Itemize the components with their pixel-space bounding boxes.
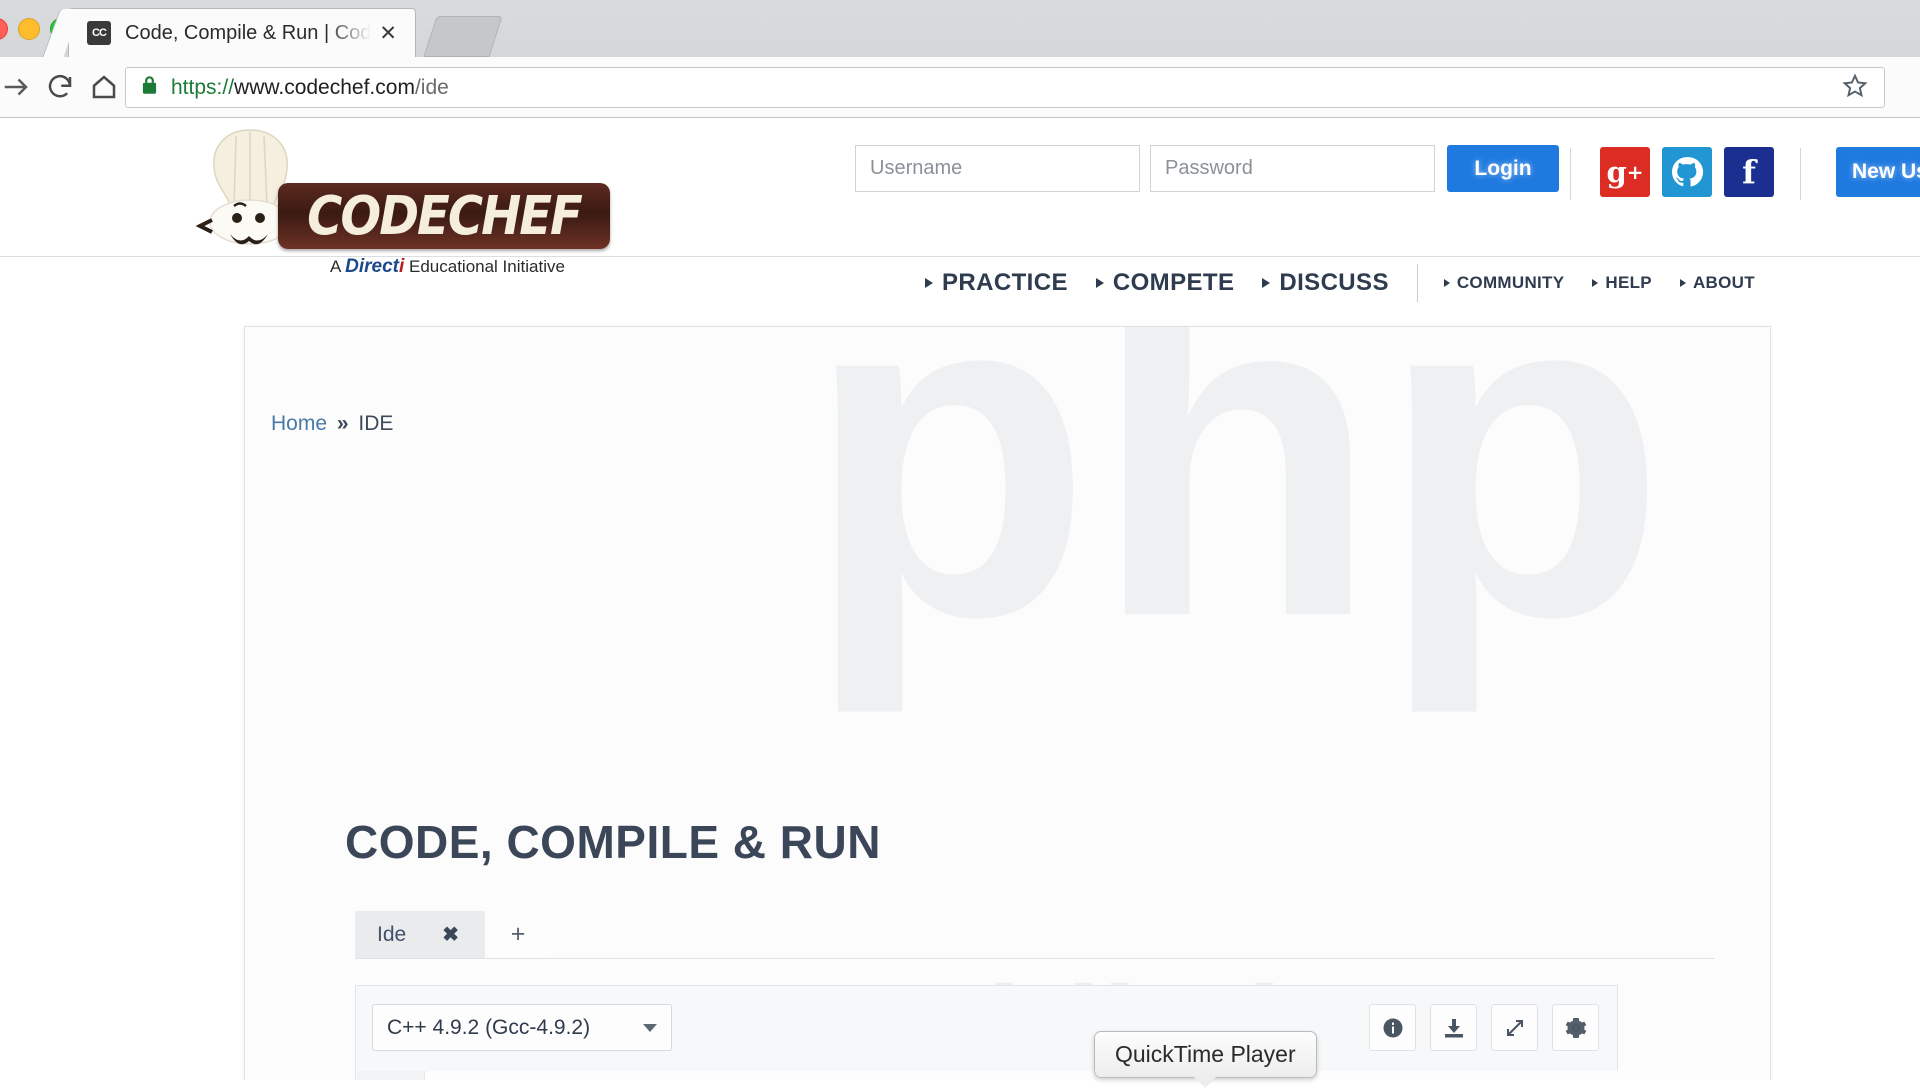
page-title: CODE, COMPILE & RUN: [345, 816, 881, 868]
main-navigation: PRACTICE COMPETE DISCUSS COMMUNITY HELP: [0, 257, 1920, 309]
nav-item-practice[interactable]: PRACTICE: [925, 269, 1068, 297]
forward-arrow-icon[interactable]: [0, 65, 38, 109]
line-number-gutter: 1 2 3 4 5 6 7 8 9 10 11 12 13 14 15: [357, 1071, 425, 1080]
tab-favicon-codechef: CC: [87, 21, 111, 45]
nav-label: HELP: [1605, 273, 1652, 292]
url-host: www.codechef.com: [234, 75, 415, 99]
nav-item-community[interactable]: COMMUNITY: [1443, 273, 1565, 293]
nav-label: COMMUNITY: [1456, 273, 1565, 292]
nav-label: COMPETE: [1112, 269, 1235, 296]
nav-label: DISCUSS: [1279, 269, 1389, 296]
caret-right-icon: [1262, 278, 1271, 288]
tab-title: Code, Compile & Run | CodeCh: [125, 21, 372, 44]
language-select[interactable]: C++ 4.9.2 (Gcc-4.9.2): [372, 1004, 672, 1051]
browser-chrome: CC Code, Compile & Run | CodeCh ✕: [0, 0, 1920, 118]
editor-toolbar: [1369, 1004, 1599, 1051]
nav-label: PRACTICE: [942, 269, 1068, 296]
nav-divider: [1416, 264, 1418, 302]
ide-tab-bar: Ide ✖ +: [355, 911, 1715, 959]
header-divider-left: [1570, 148, 1571, 200]
home-icon[interactable]: [82, 65, 126, 109]
facebook-icon[interactable]: f: [1724, 147, 1774, 197]
window-minimize-button[interactable]: [18, 18, 40, 40]
ide-tab-close-icon[interactable]: ✖: [442, 922, 459, 947]
address-bar[interactable]: https://www.codechef.com/ide: [125, 67, 1885, 108]
login-button[interactable]: Login: [1447, 145, 1559, 192]
nav-item-help[interactable]: HELP: [1592, 273, 1652, 293]
code-editor-panel: C++ 4.9.2 (Gcc-4.9.2): [355, 985, 1618, 1080]
new-user-button[interactable]: New Us: [1836, 147, 1920, 197]
expand-icon[interactable]: [1491, 1004, 1538, 1051]
breadcrumb-current: IDE: [358, 412, 394, 435]
breadcrumb: Home » IDE: [271, 412, 393, 436]
window-close-button[interactable]: [0, 18, 8, 40]
url-scheme: https://: [171, 75, 235, 99]
social-login-group: g + f: [1600, 147, 1774, 197]
ide-tab-ide[interactable]: Ide ✖: [355, 911, 485, 958]
address-bar-url: https://www.codechef.com/ide: [171, 76, 449, 100]
breadcrumb-separator: »: [336, 412, 349, 435]
header-divider-right: [1800, 148, 1801, 200]
download-icon[interactable]: [1430, 1004, 1477, 1051]
ide-content-card: php while loop Home » IDE CODE, COMPILE …: [244, 326, 1771, 1080]
nav-item-discuss[interactable]: DISCUSS: [1262, 269, 1389, 297]
star-icon[interactable]: [1842, 72, 1868, 103]
caret-right-icon: [1095, 278, 1104, 288]
caret-right-icon: [925, 278, 933, 288]
gear-icon[interactable]: [1552, 1004, 1599, 1051]
ide-tab-label: Ide: [377, 922, 407, 946]
password-input[interactable]: [1150, 145, 1435, 192]
browser-toolbar: https://www.codechef.com/ide: [0, 57, 1920, 118]
code-content[interactable]: #include <iostream> using namespace std;…: [425, 1071, 1618, 1080]
url-path: /ide: [414, 75, 449, 99]
browser-tab-active[interactable]: CC Code, Compile & Run | CodeCh ✕: [68, 8, 416, 57]
chevron-down-icon: [643, 1023, 657, 1032]
nav-item-about[interactable]: ABOUT: [1679, 273, 1755, 293]
logo-wordmark: CODECHEF: [307, 184, 583, 248]
google-plus-icon[interactable]: g +: [1600, 147, 1650, 197]
quicktime-player-tooltip: QuickTime Player: [1094, 1031, 1317, 1088]
caret-right-icon: [1592, 279, 1599, 287]
watermark-php: php: [805, 326, 1667, 714]
nav-label: ABOUT: [1692, 273, 1755, 292]
browser-new-tab-button[interactable]: [423, 16, 503, 57]
logo-wordmark-plate: CODECHEF: [278, 183, 610, 249]
github-icon[interactable]: [1662, 147, 1712, 197]
site-header: CODECHEF A Directi Educational Initiativ…: [0, 118, 1920, 351]
browser-tabstrip: CC Code, Compile & Run | CodeCh ✕: [0, 0, 1920, 57]
lock-icon: [140, 74, 159, 101]
language-select-value: C++ 4.9.2 (Gcc-4.9.2): [387, 1015, 591, 1039]
caret-right-icon: [1443, 279, 1450, 287]
nav-item-compete[interactable]: COMPETE: [1095, 269, 1235, 297]
web-page: CODECHEF A Directi Educational Initiativ…: [0, 118, 1920, 1080]
username-input[interactable]: [855, 145, 1140, 192]
login-form: Login: [855, 145, 1559, 192]
reload-icon[interactable]: [38, 65, 82, 109]
code-editor[interactable]: 1 2 3 4 5 6 7 8 9 10 11 12 13 14 15: [357, 1071, 1618, 1080]
tab-close-icon[interactable]: ✕: [371, 21, 405, 46]
ide-tab-add-button[interactable]: +: [489, 911, 547, 958]
caret-right-icon: [1679, 279, 1686, 287]
info-icon[interactable]: [1369, 1004, 1416, 1051]
breadcrumb-home-link[interactable]: Home: [271, 412, 327, 435]
